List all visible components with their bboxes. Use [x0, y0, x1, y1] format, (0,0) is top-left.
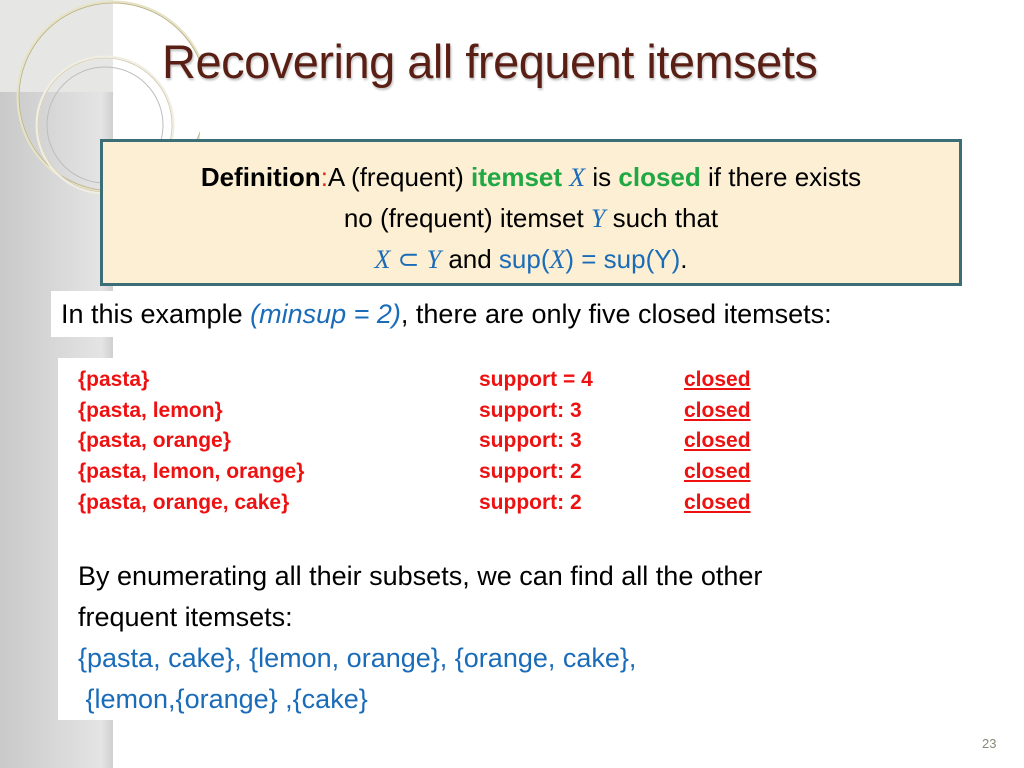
- slide-title: Recovering all frequent itemsets: [162, 35, 818, 88]
- support-value: support: 3: [479, 399, 582, 422]
- subset-symbol: ⊂: [390, 244, 427, 274]
- support-value: support: 3: [479, 429, 582, 452]
- var-x: X: [569, 163, 586, 192]
- side-decoration-top: [0, 0, 113, 92]
- itemset: {pasta, orange}: [78, 429, 231, 452]
- closed-itemsets-list: {pasta} support = 4 closed {pasta, lemon…: [58, 358, 958, 548]
- definition-label: Definition: [200, 162, 321, 192]
- support-value: support: 2: [479, 460, 582, 483]
- closed-link[interactable]: closed: [684, 368, 751, 392]
- support-value: support = 4: [479, 368, 593, 391]
- example-statement: In this example (minsup = 2), there are …: [51, 291, 961, 337]
- enumeration-line-1: By enumerating all their subsets, we can…: [78, 561, 763, 591]
- itemset: {pasta, lemon}: [78, 399, 223, 422]
- definition-text: no (frequent) itemset: [343, 203, 591, 233]
- frequent-itemsets-line-1: {pasta, cake}, {lemon, orange}, {orange,…: [78, 643, 637, 673]
- enumeration-line-2: frequent itemsets:: [78, 602, 293, 632]
- term-closed: closed: [618, 162, 701, 192]
- definition-text: and: [441, 244, 499, 274]
- closed-link[interactable]: closed: [684, 491, 751, 515]
- closed-link[interactable]: closed: [684, 460, 751, 484]
- definition-line-1: Definition:A (frequent) itemset X is clo…: [103, 157, 959, 198]
- enumeration-text: By enumerating all their subsets, we can…: [78, 556, 762, 720]
- term-itemset: itemset: [471, 162, 563, 192]
- definition-text: if there exists: [700, 162, 862, 192]
- example-prefix: In this example: [61, 299, 251, 329]
- itemset: {pasta}: [78, 368, 150, 391]
- var-x: X: [374, 245, 391, 274]
- support-value: support: 2: [479, 491, 582, 514]
- var-x: X: [549, 245, 566, 274]
- definition-text: A (frequent): [327, 162, 471, 192]
- frequent-itemsets-line-2: {lemon,{orange} ,{cake}: [78, 684, 368, 714]
- definition-colon: :: [320, 162, 328, 192]
- page-number: 23: [982, 736, 997, 751]
- sup-x-a: sup(: [498, 244, 550, 274]
- closed-link[interactable]: closed: [684, 429, 751, 453]
- definition-text: such that: [605, 203, 719, 233]
- var-y: Y: [590, 204, 606, 233]
- definition-period: .: [680, 244, 688, 274]
- definition-text: is: [585, 162, 619, 192]
- definition-box: Definition:A (frequent) itemset X is clo…: [100, 139, 962, 286]
- definition-line-2: no (frequent) itemset Y such that: [103, 198, 959, 239]
- var-y: Y: [426, 245, 442, 274]
- itemset: {pasta, lemon, orange}: [78, 460, 305, 483]
- example-suffix: , there are only five closed itemsets:: [400, 299, 832, 329]
- itemset: {pasta, orange, cake}: [78, 491, 290, 514]
- minsup-value: (minsup = 2): [250, 299, 401, 329]
- closed-link[interactable]: closed: [684, 399, 751, 423]
- enumeration-panel: By enumerating all their subsets, we can…: [58, 548, 928, 720]
- sup-equation: ) = sup(Y): [565, 244, 681, 274]
- definition-line-3: X ⊂ Y and sup(X) = sup(Y).: [103, 239, 959, 280]
